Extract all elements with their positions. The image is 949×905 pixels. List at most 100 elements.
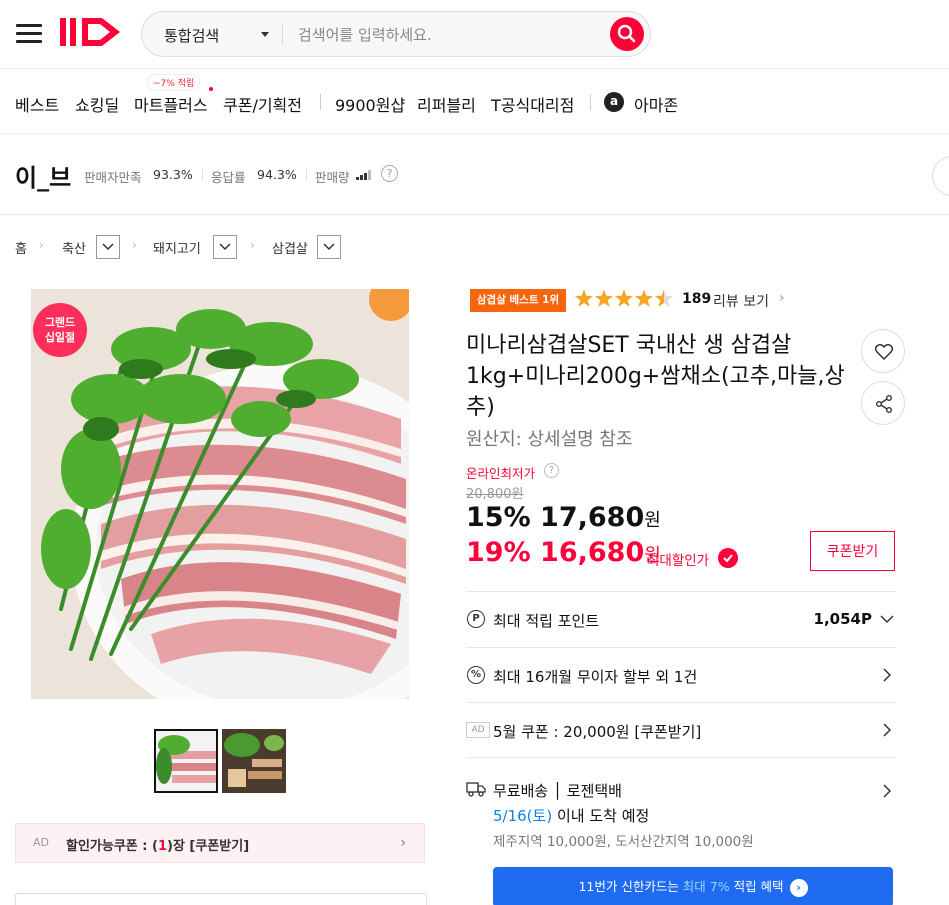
- coupon-text: 5월 쿠폰 : 20,000원 [쿠폰받기]: [493, 723, 702, 741]
- discount-rate: 19%: [466, 537, 531, 568]
- shipping-text: 무료배송 │ 로젠택배: [493, 782, 622, 800]
- max-sale-label: 최대할인가: [647, 553, 710, 569]
- sale-price: 15% 17,680원: [466, 502, 661, 533]
- shipping-row[interactable]: 무료배송 │ 로젠택배 5/16(토) 이내 도착 예정 제주지역 10,000…: [466, 757, 896, 862]
- chevron-right-icon: [883, 723, 892, 737]
- point-icon: P: [467, 610, 485, 628]
- breadcrumb-samgyeopsal[interactable]: 삼겹살: [272, 238, 308, 257]
- check-icon: [718, 548, 738, 568]
- chevron-right-icon: ›: [250, 238, 255, 252]
- coupon-row[interactable]: AD 5월 쿠폰 : 20,000원 [쿠폰받기]: [466, 702, 896, 758]
- 11st-logo[interactable]: [58, 14, 130, 50]
- banner-text: 11번가 신한카드는: [578, 879, 683, 894]
- coupon-count: 1: [157, 839, 167, 854]
- response-value: 94.3%: [257, 167, 297, 182]
- nav-best[interactable]: 베스트: [15, 92, 59, 116]
- divider: [306, 169, 307, 181]
- best-badge[interactable]: 삼겹살 베스트 1위: [470, 289, 566, 312]
- amazon-icon[interactable]: a: [604, 92, 624, 112]
- product-title: 미나리삼겹살SET 국내산 생 삼겹살1kg+미나리200g+쌈채소(고추,마늘…: [466, 333, 845, 420]
- chevron-down-icon: [102, 243, 114, 251]
- points-row[interactable]: P 최대 적립 포인트 1,054P: [466, 591, 896, 647]
- nav-t-official[interactable]: T공식대리점: [491, 92, 574, 116]
- breadcrumb-livestock[interactable]: 축산: [62, 238, 86, 257]
- nav-coupon[interactable]: 쿠폰/기획전: [223, 92, 302, 116]
- truck-icon: [466, 782, 486, 797]
- seller-button[interactable]: [932, 156, 949, 196]
- ad-coupon-text: 할인가능쿠폰 : (1)장 [쿠폰받기]: [66, 835, 249, 854]
- review-link[interactable]: 리뷰 보기: [713, 291, 769, 311]
- nav-shocking-deal[interactable]: 쇼킹딜: [75, 92, 119, 116]
- thumbnail-image: [222, 729, 286, 793]
- arrival-date: 5/16(토): [493, 807, 553, 825]
- breadcrumb-dropdown[interactable]: [317, 235, 341, 259]
- price-value: 17,680: [540, 502, 645, 533]
- divider: [282, 25, 283, 45]
- chevron-right-icon: [883, 668, 892, 682]
- star-icon: [574, 289, 594, 307]
- chevron-right-icon: ›: [400, 835, 406, 851]
- caret-down-icon[interactable]: [261, 32, 269, 37]
- product-image[interactable]: 그랜드 십일절: [31, 289, 409, 699]
- divider: [202, 169, 203, 181]
- ad-label: AD: [466, 722, 490, 738]
- search-icon: [617, 24, 636, 43]
- nav-refurbly[interactable]: 리퍼블리: [417, 92, 476, 116]
- share-icon: [876, 395, 892, 413]
- max-discount-price: 19% 16,680원: [466, 537, 661, 568]
- price-unit: 원: [644, 510, 661, 531]
- divider: [320, 94, 321, 110]
- thumbnail-image: [156, 731, 216, 791]
- chevron-right-icon: ›: [132, 238, 137, 252]
- arrival-text: 이내 도착 예정: [552, 807, 650, 825]
- nav-9900[interactable]: 9900원샵: [335, 92, 405, 116]
- divider: [590, 94, 591, 110]
- points-label: 최대 적립 포인트: [493, 612, 600, 630]
- breadcrumb-dropdown[interactable]: [213, 235, 237, 259]
- search-input[interactable]: [298, 24, 598, 46]
- card-promo-banner[interactable]: 11번가 신한카드는 최대 7% 적립 혜택 ›: [493, 867, 893, 905]
- new-dot: [209, 87, 213, 91]
- heart-icon: [874, 344, 894, 361]
- ad-label: AD: [33, 836, 49, 849]
- arrival-info: 5/16(토) 이내 도착 예정: [493, 805, 649, 826]
- coupon-button[interactable]: 쿠폰받기: [810, 531, 895, 571]
- coupon-prefix: 할인가능쿠폰 : (: [66, 839, 158, 854]
- sales-level-icon: [356, 170, 374, 180]
- thumbnail-1[interactable]: [154, 729, 218, 793]
- pork-belly-photo: [31, 289, 409, 699]
- chevron-down-icon: [219, 243, 231, 251]
- breadcrumb-home[interactable]: 홈: [15, 238, 27, 257]
- seller-name[interactable]: 이_브: [15, 158, 71, 193]
- breadcrumb-dropdown[interactable]: [96, 235, 120, 259]
- star-icon: [614, 289, 634, 307]
- shipping-extra: 제주지역 10,000원, 도서산간지역 10,000원: [493, 834, 754, 850]
- original-price: 20,800원: [466, 487, 524, 502]
- thumbnail-2[interactable]: [222, 729, 286, 793]
- section-box: [15, 893, 427, 905]
- help-icon[interactable]: ?: [381, 165, 398, 182]
- menu-icon[interactable]: [16, 22, 42, 44]
- response-label: 응답률: [211, 170, 246, 185]
- wishlist-button[interactable]: [861, 329, 905, 373]
- installment-text: 최대 16개월 무이자 할부 외 1건: [493, 668, 698, 686]
- price-value: 16,680: [540, 537, 645, 568]
- badge-line: 그랜드: [44, 316, 76, 329]
- nav-mart-plus[interactable]: 마트플러스: [134, 92, 208, 116]
- banner-highlight: 최대 7%: [682, 879, 730, 894]
- chevron-down-icon: [323, 243, 335, 251]
- global-nav: 베스트 쇼킹딜 ~7% 적립 마트플러스 쿠폰/기획전 9900원샵 리퍼블리 …: [0, 68, 949, 134]
- search-bar: 통합검색: [141, 11, 651, 57]
- review-count[interactable]: 189: [682, 291, 711, 307]
- seller-bar: 이_브 판매자만족 93.3% 응답률 94.3% 판매량 ?: [0, 134, 949, 215]
- search-category[interactable]: 통합검색: [164, 25, 219, 46]
- ad-coupon-bar[interactable]: AD 할인가능쿠폰 : (1)장 [쿠폰받기] ›: [15, 823, 425, 863]
- nav-amazon[interactable]: 아마존: [634, 92, 678, 116]
- breadcrumb-pork[interactable]: 돼지고기: [153, 238, 201, 257]
- help-icon[interactable]: ?: [544, 463, 559, 478]
- search-button[interactable]: [610, 17, 644, 51]
- sales-label: 판매량: [315, 170, 350, 185]
- share-button[interactable]: [861, 381, 905, 425]
- installment-row[interactable]: % 최대 16개월 무이자 할부 외 1건: [466, 647, 896, 703]
- points-value: 1,054P: [813, 610, 872, 628]
